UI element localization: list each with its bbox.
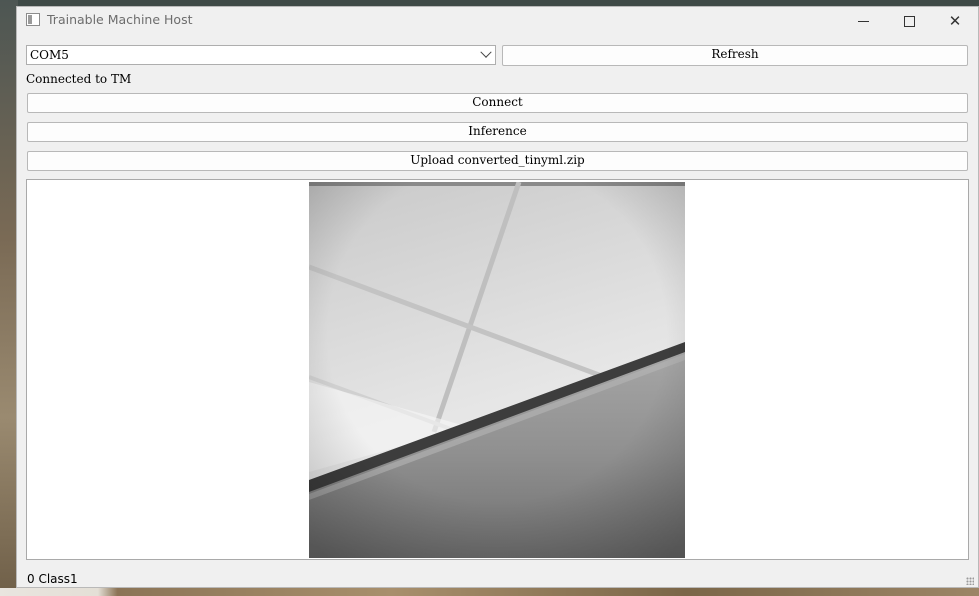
serial-port-value: COM5 [30, 48, 69, 62]
window-title: Trainable Machine Host [47, 12, 193, 27]
prediction-result: 0 Class1 [27, 572, 78, 586]
maximize-button[interactable] [886, 7, 932, 35]
app-window-icon [26, 13, 40, 26]
desktop-background-bottom [0, 588, 979, 596]
close-button[interactable]: ✕ [932, 7, 978, 35]
camera-frame-image [309, 182, 685, 558]
inference-button[interactable]: Inference [27, 122, 968, 142]
refresh-button[interactable]: Refresh [502, 45, 968, 66]
close-icon: ✕ [948, 11, 962, 30]
upload-model-button[interactable]: Upload converted_tinyml.zip [27, 151, 968, 171]
chevron-down-icon [480, 46, 492, 58]
app-window: Trainable Machine Host ✕ COM5 Refresh Co… [16, 6, 979, 588]
connection-status: Connected to TM [26, 72, 132, 86]
minimize-button[interactable] [840, 7, 886, 35]
serial-port-dropdown[interactable]: COM5 [26, 45, 496, 65]
minimize-icon [857, 20, 869, 22]
camera-view [26, 179, 969, 560]
title-bar[interactable]: Trainable Machine Host ✕ [17, 7, 978, 35]
connect-button[interactable]: Connect [27, 93, 968, 113]
resize-grip-icon[interactable] [966, 577, 974, 585]
maximize-icon [903, 15, 915, 27]
